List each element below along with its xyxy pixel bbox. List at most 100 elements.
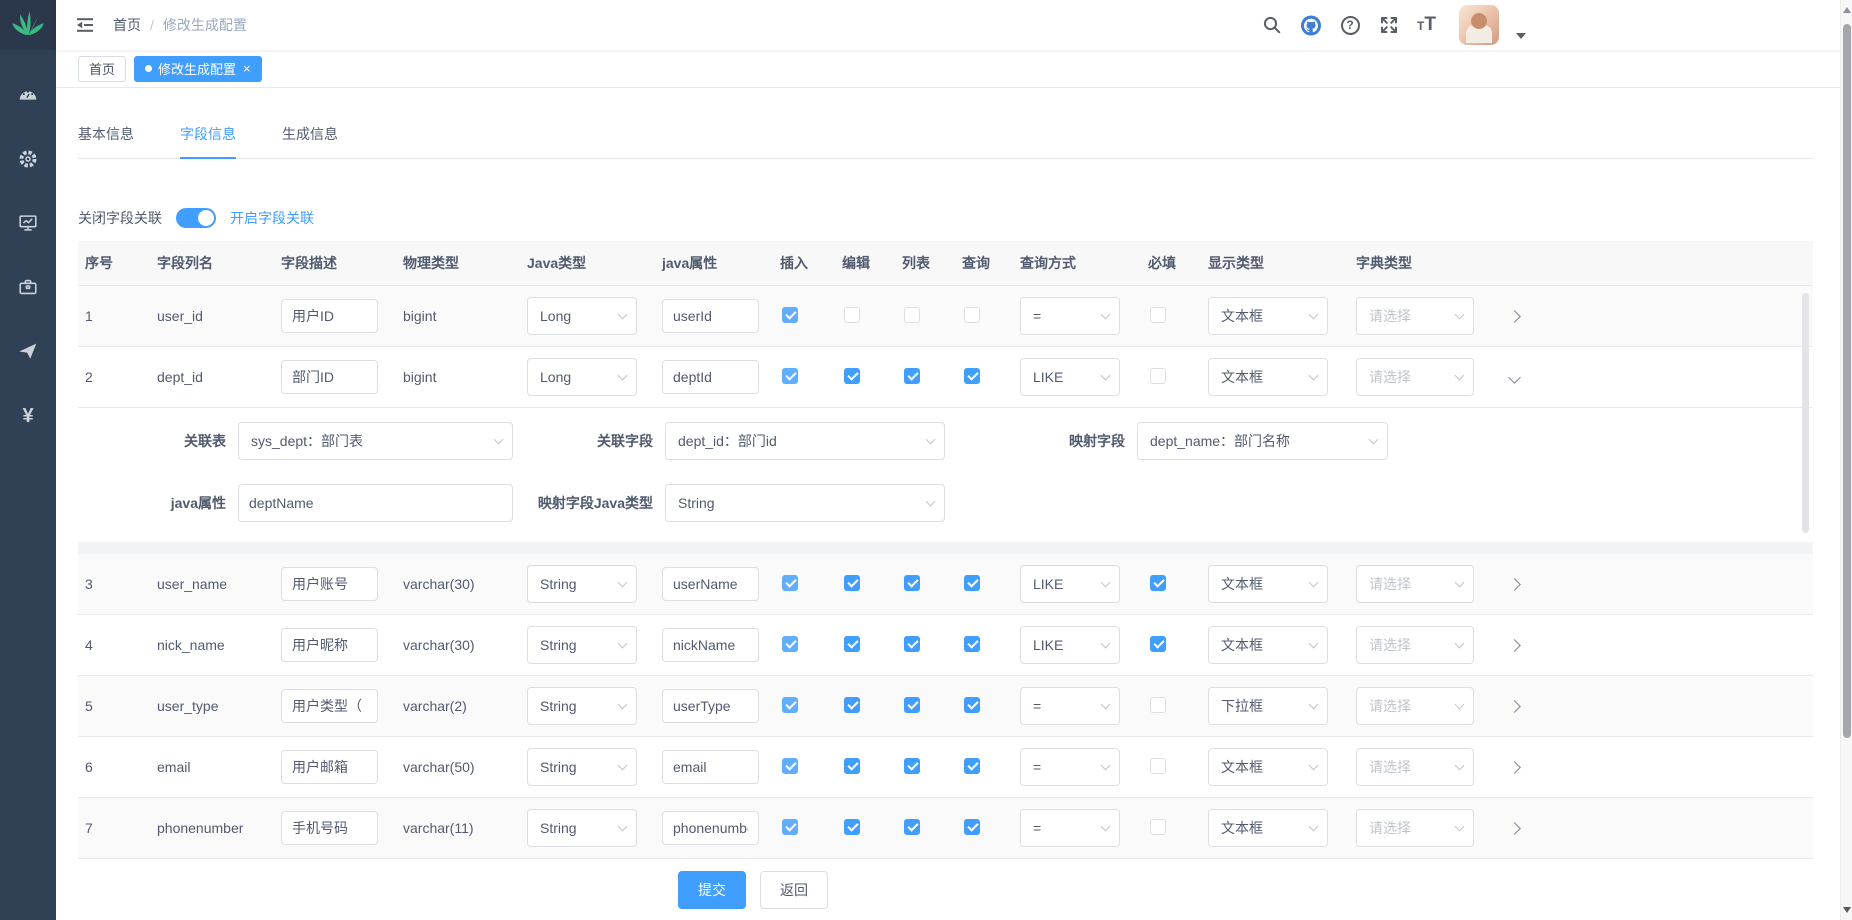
search-icon[interactable]	[1261, 14, 1283, 36]
insert-checkbox[interactable]	[782, 575, 798, 591]
expand-toggle[interactable]	[1508, 578, 1521, 591]
edit-checkbox[interactable]	[844, 368, 860, 384]
window-scrollbar[interactable]	[1840, 0, 1852, 920]
display-type-select[interactable]: 文本框	[1208, 297, 1328, 335]
tab-basic-info[interactable]: 基本信息	[78, 108, 134, 158]
list-checkbox[interactable]	[904, 307, 920, 323]
edit-checkbox[interactable]	[844, 636, 860, 652]
sidebar-item-system[interactable]	[16, 148, 40, 172]
java-field-input[interactable]	[662, 360, 759, 394]
back-button[interactable]: 返回	[760, 871, 828, 909]
map-java-type-select[interactable]: String	[665, 484, 945, 522]
required-checkbox[interactable]	[1150, 697, 1166, 713]
insert-checkbox[interactable]	[782, 368, 798, 384]
expand-toggle[interactable]	[1508, 310, 1521, 323]
java-type-select[interactable]: String	[527, 748, 637, 786]
expand-toggle[interactable]	[1508, 700, 1521, 713]
java-field-input[interactable]	[662, 750, 759, 784]
dict-type-select[interactable]: 请选择	[1356, 297, 1474, 335]
list-checkbox[interactable]	[904, 819, 920, 835]
required-checkbox[interactable]	[1150, 368, 1166, 384]
query-checkbox[interactable]	[964, 368, 980, 384]
table-scrollbar-thumb[interactable]	[1802, 293, 1809, 533]
required-checkbox[interactable]	[1150, 307, 1166, 323]
dict-type-select[interactable]: 请选择	[1356, 687, 1474, 725]
column-desc-input[interactable]	[281, 750, 378, 784]
java-field-input[interactable]	[662, 567, 759, 601]
display-type-select[interactable]: 文本框	[1208, 809, 1328, 847]
related-table-select[interactable]: sys_dept：部门表	[238, 422, 513, 460]
field-relation-switch[interactable]	[176, 208, 216, 228]
insert-checkbox[interactable]	[782, 819, 798, 835]
java-type-select[interactable]: String	[527, 809, 637, 847]
query-type-select[interactable]: =	[1020, 687, 1120, 725]
tab-field-info[interactable]: 字段信息	[180, 108, 236, 158]
list-checkbox[interactable]	[904, 758, 920, 774]
sidebar-item-dashboard[interactable]	[16, 84, 40, 108]
list-checkbox[interactable]	[904, 368, 920, 384]
dict-type-select[interactable]: 请选择	[1356, 809, 1474, 847]
related-field-select[interactable]: dept_id：部门id	[665, 422, 945, 460]
query-type-select[interactable]: =	[1020, 748, 1120, 786]
sidebar-item-pay[interactable]: ¥	[16, 404, 40, 428]
tab-gen-info[interactable]: 生成信息	[282, 108, 338, 158]
display-type-select[interactable]: 文本框	[1208, 748, 1328, 786]
fullscreen-icon[interactable]	[1378, 14, 1400, 36]
query-checkbox[interactable]	[964, 758, 980, 774]
dict-type-select[interactable]: 请选择	[1356, 565, 1474, 603]
java-field-input[interactable]	[662, 811, 759, 845]
edit-checkbox[interactable]	[844, 697, 860, 713]
required-checkbox[interactable]	[1150, 819, 1166, 835]
query-type-select[interactable]: =	[1020, 809, 1120, 847]
avatar-caret-icon[interactable]	[1516, 33, 1526, 39]
required-checkbox[interactable]	[1150, 758, 1166, 774]
required-checkbox[interactable]	[1150, 575, 1166, 591]
expand-toggle[interactable]	[1508, 371, 1521, 384]
tag-close-icon[interactable]: ×	[243, 61, 251, 76]
display-type-select[interactable]: 文本框	[1208, 358, 1328, 396]
query-type-select[interactable]: LIKE	[1020, 626, 1120, 664]
scroll-down-icon[interactable]	[1843, 907, 1851, 913]
display-type-select[interactable]: 文本框	[1208, 565, 1328, 603]
breadcrumb-home[interactable]: 首页	[113, 15, 141, 35]
java-attr-input[interactable]	[238, 484, 513, 522]
edit-checkbox[interactable]	[844, 758, 860, 774]
display-type-select[interactable]: 下拉框	[1208, 687, 1328, 725]
edit-checkbox[interactable]	[844, 575, 860, 591]
github-icon[interactable]	[1300, 14, 1322, 36]
dict-type-select[interactable]: 请选择	[1356, 358, 1474, 396]
map-field-select[interactable]: dept_name：部门名称	[1137, 422, 1388, 460]
query-type-select[interactable]: =	[1020, 297, 1120, 335]
java-type-select[interactable]: String	[527, 687, 637, 725]
sidebar-item-monitor[interactable]	[16, 212, 40, 236]
insert-checkbox[interactable]	[782, 758, 798, 774]
help-icon[interactable]: ?	[1339, 14, 1361, 36]
list-checkbox[interactable]	[904, 636, 920, 652]
query-type-select[interactable]: LIKE	[1020, 565, 1120, 603]
tag-home[interactable]: 首页	[78, 56, 126, 82]
sidebar-item-tools[interactable]	[16, 276, 40, 300]
java-field-input[interactable]	[662, 628, 759, 662]
column-desc-input[interactable]	[281, 689, 378, 723]
column-desc-input[interactable]	[281, 811, 378, 845]
java-type-select[interactable]: Long	[527, 358, 637, 396]
insert-checkbox[interactable]	[782, 636, 798, 652]
column-desc-input[interactable]	[281, 567, 378, 601]
tag-current[interactable]: 修改生成配置 ×	[134, 56, 262, 82]
query-checkbox[interactable]	[964, 697, 980, 713]
query-type-select[interactable]: LIKE	[1020, 358, 1120, 396]
dict-type-select[interactable]: 请选择	[1356, 748, 1474, 786]
sidebar-fold-icon[interactable]	[75, 15, 95, 35]
java-type-select[interactable]: Long	[527, 297, 637, 335]
java-field-input[interactable]	[662, 689, 759, 723]
required-checkbox[interactable]	[1150, 636, 1166, 652]
insert-checkbox[interactable]	[782, 307, 798, 323]
list-checkbox[interactable]	[904, 697, 920, 713]
query-checkbox[interactable]	[964, 819, 980, 835]
query-checkbox[interactable]	[964, 307, 980, 323]
edit-checkbox[interactable]	[844, 819, 860, 835]
expand-toggle[interactable]	[1508, 639, 1521, 652]
insert-checkbox[interactable]	[782, 697, 798, 713]
edit-checkbox[interactable]	[844, 307, 860, 323]
dict-type-select[interactable]: 请选择	[1356, 626, 1474, 664]
